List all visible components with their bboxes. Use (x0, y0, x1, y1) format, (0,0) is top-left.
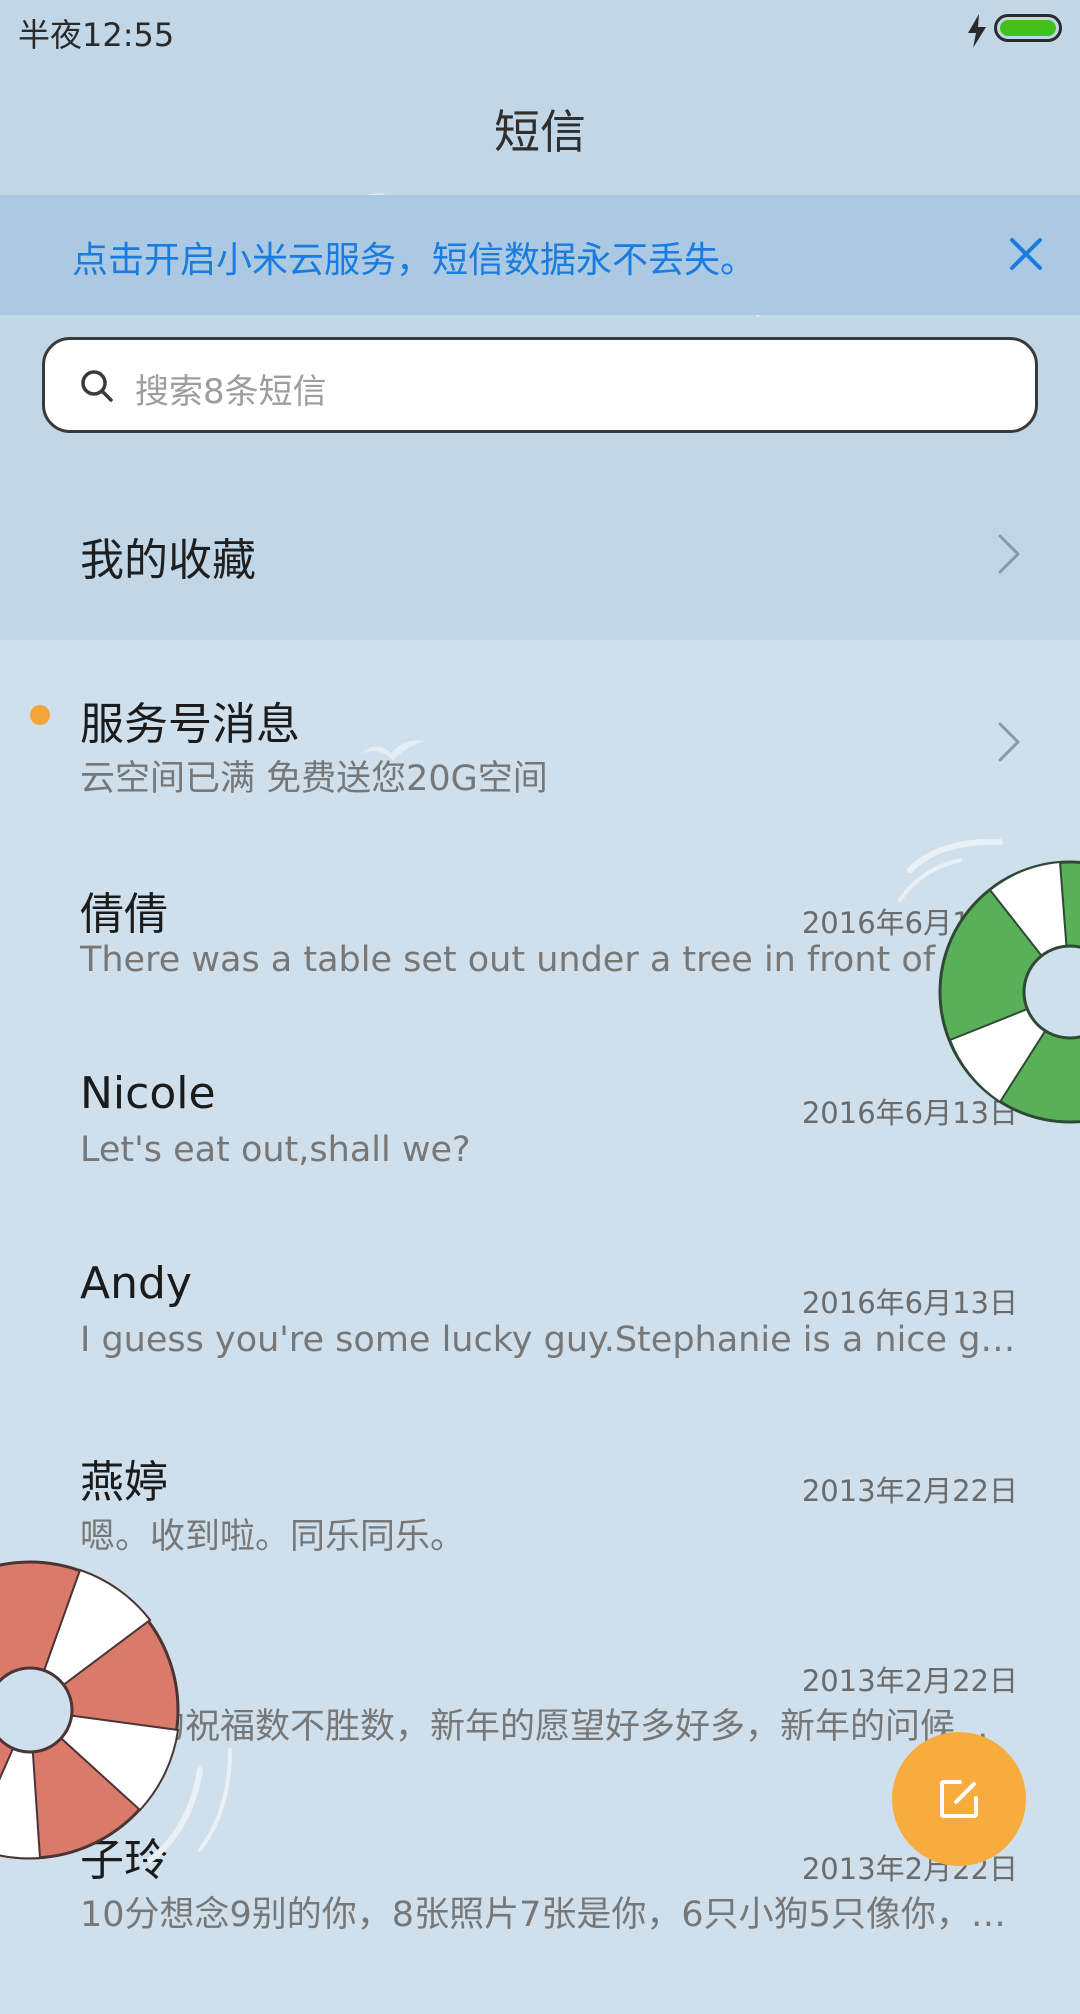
close-icon[interactable] (1006, 234, 1046, 274)
battery-icon (994, 14, 1062, 42)
message-date: 2013年2月22日 (801, 1664, 1018, 1698)
battery-level (1000, 20, 1056, 36)
service-preview: 云空间已满 免费送您20G空间 (80, 759, 548, 799)
status-time: 半夜12:55 (18, 16, 175, 54)
chevron-right-icon (998, 722, 1020, 762)
conversation-row[interactable]: 燕婷 2013年2月22日 嗯。收到啦。同乐同乐。 (0, 1446, 1080, 1636)
message-date: 2013年2月22日 (801, 1474, 1018, 1508)
message-preview: Let's eat out,shall we? (80, 1130, 471, 1170)
favorites-label: 我的收藏 (80, 535, 256, 586)
banner-text[interactable]: 点击开启小米云服务，短信数据永不丢失。 (72, 231, 756, 283)
message-date: 2016年6月13日 (801, 1096, 1018, 1130)
conversation-row[interactable]: 倩倩 2016年6月13日 There was a table set out … (0, 878, 1080, 1068)
lightning-bolt-icon (968, 14, 986, 48)
conversation-row[interactable]: Nicole 2016年6月13日 Let's eat out,shall we… (0, 1068, 1080, 1258)
service-messages-row[interactable]: 服务号消息 云空间已满 免费送您20G空间 (0, 688, 1080, 878)
message-date: 2016年6月13日 (801, 906, 1018, 940)
contact-name: 倩倩 (80, 889, 168, 940)
wave-divider (0, 606, 1080, 632)
chevron-right-icon (998, 534, 1020, 574)
cloud-service-banner[interactable]: 点击开启小米云服务，短信数据永不丢失。 (0, 195, 1080, 315)
contact-name: Nicole (80, 1068, 216, 1119)
page-title: 短信 (494, 105, 586, 159)
message-date: 2016年6月13日 (801, 1286, 1018, 1320)
search-placeholder: 搜索8条短信 (135, 372, 327, 412)
contact-name: 燕婷 (80, 1457, 168, 1508)
contact-name: Andy (80, 1258, 192, 1309)
favorites-row[interactable]: 我的收藏 (0, 500, 1080, 610)
contact-name: 子玲 (80, 1835, 168, 1886)
status-bar: 半夜12:55 (0, 0, 1080, 62)
search-input[interactable]: 搜索8条短信 (42, 337, 1038, 433)
conversation-row[interactable]: Andy 2016年6月13日 I guess you're some luck… (0, 1258, 1080, 1448)
message-preview: 新年的祝福数不胜数，新年的愿望好多好多，新年的问候... (80, 1707, 989, 1747)
message-preview: I guess you're some lucky guy.Stephanie … (80, 1320, 1020, 1360)
message-preview: 嗯。收到啦。同乐同乐。 (80, 1517, 466, 1557)
search-icon (81, 370, 113, 402)
message-preview: 10分想念9别的你，8张照片7张是你，6只小狗5只像你，4... (80, 1895, 1020, 1935)
service-title: 服务号消息 (80, 699, 300, 750)
message-preview: There was a table set out under a tree i… (80, 940, 1020, 980)
compose-icon[interactable] (938, 1778, 980, 1820)
contact-name: 紫楠 (80, 1647, 168, 1698)
